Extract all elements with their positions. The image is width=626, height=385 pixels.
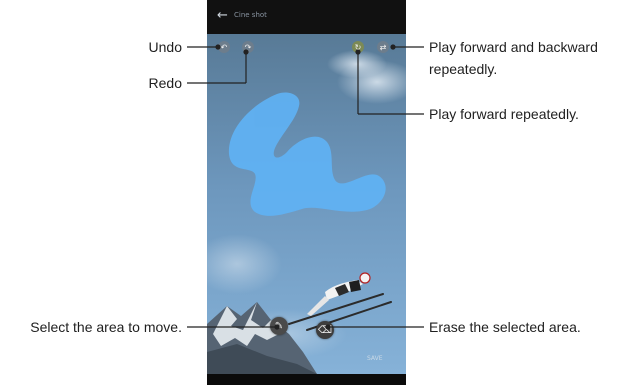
eraser-icon[interactable]: ⌫ (316, 321, 334, 339)
save-button[interactable]: SAVE (367, 355, 383, 362)
bottom-bar (207, 374, 406, 385)
app-bar: ← Cine shot (207, 0, 406, 34)
callout-play-bounce-line1: Play forward and backward (429, 39, 598, 55)
app-title: Cine shot (234, 11, 267, 19)
redo-icon[interactable]: ↷ (242, 41, 254, 53)
phone-screen: ← Cine shot SAVE ↶ ↷ ↻ ⇄ ✎ ⌫ (207, 0, 406, 385)
brush-icon[interactable]: ✎ (270, 317, 288, 335)
callout-select-area: Select the area to move. (30, 319, 182, 335)
callout-play-bounce-line2: repeatedly. (429, 61, 498, 77)
play-forward-icon[interactable]: ↻ (352, 41, 364, 53)
undo-icon[interactable]: ↶ (218, 41, 230, 53)
callout-erase-area: Erase the selected area. (429, 319, 581, 335)
play-forward-backward-icon[interactable]: ⇄ (377, 41, 389, 53)
photo-canvas[interactable] (207, 34, 406, 374)
callout-play-forward: Play forward repeatedly. (429, 106, 579, 122)
arrow-left-icon[interactable]: ← (217, 9, 228, 23)
callout-redo: Redo (148, 75, 182, 91)
callout-undo: Undo (148, 39, 182, 55)
